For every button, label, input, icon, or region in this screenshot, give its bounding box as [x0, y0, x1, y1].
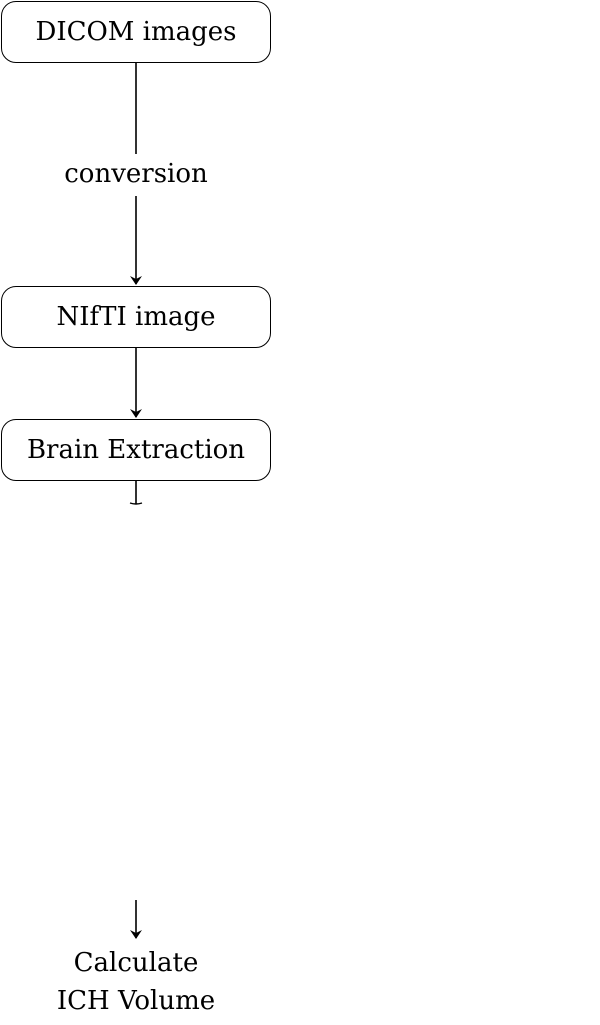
calculate-line-2: ICH Volume	[56, 986, 216, 1016]
node-brain-extraction: Brain Extraction	[1, 419, 271, 481]
edge-label-conversion: conversion	[36, 158, 236, 190]
calculate-line-1: Calculate	[73, 948, 199, 978]
node-dicom-images-label: DICOM images	[35, 17, 237, 47]
node-nifti-image: NIfTI image	[1, 286, 271, 348]
node-brain-extraction-label: Brain Extraction	[26, 435, 246, 465]
node-calculate-ich-volume: Calculate ICH Volume	[16, 944, 256, 1020]
node-dicom-images: DICOM images	[1, 1, 271, 63]
node-nifti-image-label: NIfTI image	[56, 302, 216, 332]
diagram-edges	[129, 63, 143, 939]
